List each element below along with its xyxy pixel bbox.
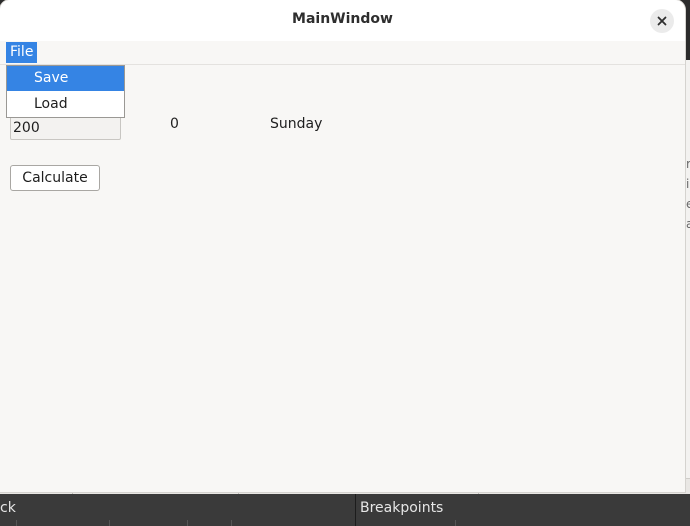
background-ide-gridline bbox=[109, 520, 110, 526]
background-ide-gridline bbox=[455, 520, 456, 526]
breakpoints-tab-label[interactable]: Breakpoints bbox=[360, 500, 443, 516]
main-window: MainWindow File 200 0 Sunday Calculate S… bbox=[0, 0, 685, 492]
background-ide-text: r bbox=[686, 157, 690, 171]
file-menu-dropdown: Save Load bbox=[6, 65, 125, 118]
background-ide-divider bbox=[355, 494, 356, 526]
window-title: MainWindow bbox=[292, 11, 393, 27]
background-ide-bottom-panel: ck Breakpoints bbox=[0, 494, 690, 526]
background-ide-tab-label[interactable]: ck bbox=[0, 500, 16, 516]
screen: r i e a ck Breakpoints MainWindow File 2… bbox=[0, 0, 690, 526]
background-ide-gridline bbox=[231, 520, 232, 526]
title-bar[interactable]: MainWindow bbox=[0, 0, 685, 42]
close-button[interactable] bbox=[650, 9, 674, 33]
menu-item-load[interactable]: Load bbox=[7, 92, 124, 117]
background-ide-text: a bbox=[686, 217, 690, 231]
calculate-button[interactable]: Calculate bbox=[10, 165, 100, 191]
close-icon bbox=[657, 16, 667, 26]
menu-bar: File bbox=[0, 41, 685, 65]
result-number-label: 0 bbox=[170, 116, 179, 132]
background-ide-right-panel bbox=[685, 60, 690, 496]
menu-item-save[interactable]: Save bbox=[7, 66, 124, 91]
background-ide-text: e bbox=[686, 197, 690, 211]
menu-file[interactable]: File bbox=[6, 42, 38, 63]
number-input[interactable]: 200 bbox=[10, 116, 121, 140]
result-day-label: Sunday bbox=[270, 116, 323, 132]
background-ide-gridline bbox=[16, 520, 17, 526]
background-ide-gridline bbox=[187, 520, 188, 526]
background-ide-text: i bbox=[686, 177, 690, 191]
